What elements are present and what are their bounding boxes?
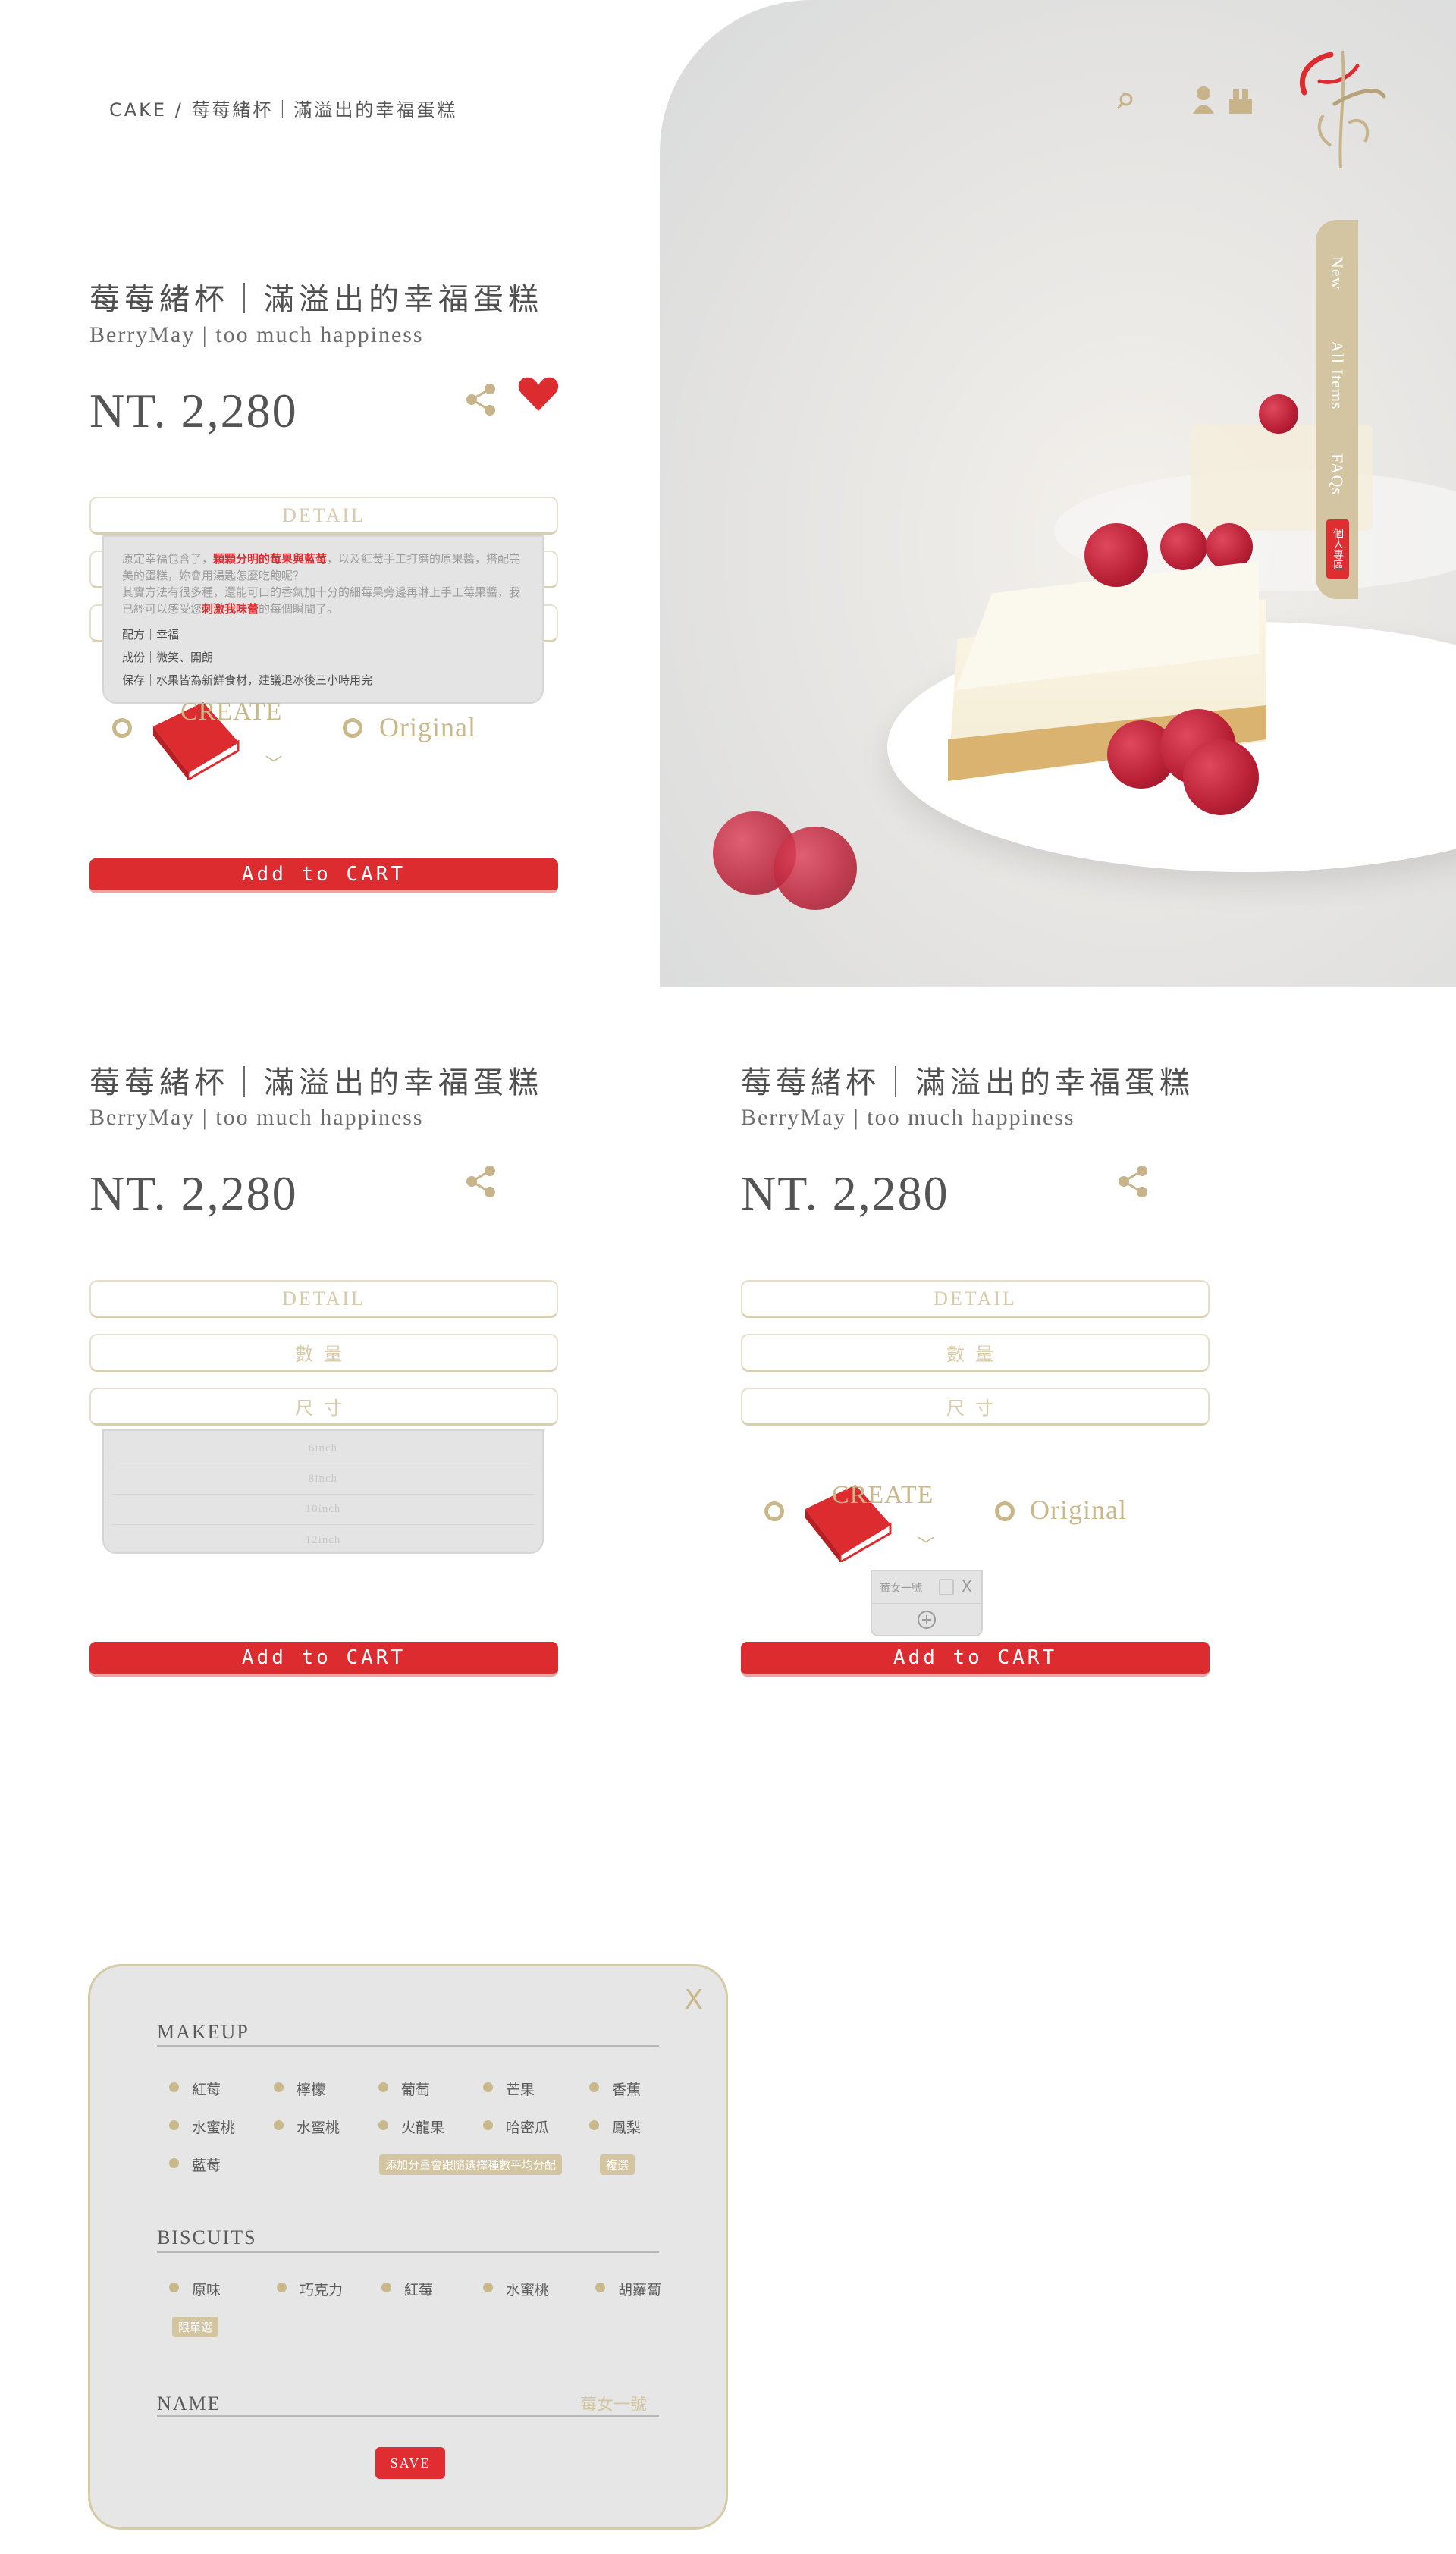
share-icon[interactable]: [464, 382, 499, 417]
search-icon[interactable]: [1115, 91, 1136, 118]
close-icon[interactable]: X: [684, 1985, 703, 2016]
favorite-heart-icon[interactable]: [518, 376, 559, 420]
makeup-hint-tag: 添加分量會跟隨選擇種數平均分配: [379, 2154, 563, 2175]
product-price: NT. 2,280: [89, 1166, 298, 1220]
size-field[interactable]: 尺寸: [741, 1388, 1210, 1426]
divider: [157, 2251, 659, 2253]
size-option[interactable]: 10inch: [111, 1495, 535, 1525]
makeup-option[interactable]: 藍莓: [168, 2154, 221, 2175]
product-price: NT. 2,280: [741, 1166, 949, 1220]
original-radio[interactable]: [343, 718, 362, 738]
saved-design-popup: 莓女一號 X: [871, 1570, 983, 1636]
create-radio[interactable]: [112, 718, 132, 738]
brand-logo[interactable]: [1289, 39, 1388, 176]
name-label: NAME: [157, 2392, 221, 2414]
quantity-field[interactable]: 數量: [89, 1334, 558, 1372]
makeup-option[interactable]: 火龍果: [378, 2116, 444, 2137]
makeup-option[interactable]: 紅莓: [168, 2079, 221, 2099]
makeup-option[interactable]: 水蜜桃: [273, 2116, 340, 2137]
original-label: Original: [1030, 1495, 1127, 1525]
saved-design-name[interactable]: 莓女一號: [880, 1580, 922, 1595]
raspberry: [1259, 394, 1298, 434]
product-title: 莓莓緒杯｜滿溢出的幸福蛋糕: [89, 1065, 543, 1100]
nav-item-faqs[interactable]: FAQs: [1316, 440, 1358, 508]
add-to-cart-button[interactable]: Add to CART: [89, 858, 558, 893]
add-to-cart-button[interactable]: Add to CART: [741, 1642, 1210, 1677]
divider: [157, 2045, 659, 2047]
product-title: 莓莓緒杯｜滿溢出的幸福蛋糕: [741, 1065, 1194, 1100]
size-option[interactable]: 6inch: [111, 1434, 535, 1464]
detail-ingredients: 成份｜微笑、開朗: [122, 651, 214, 664]
share-icon[interactable]: [464, 1164, 499, 1199]
biscuit-option[interactable]: 水蜜桃: [482, 2279, 549, 2299]
nav-item-new[interactable]: New: [1316, 235, 1358, 311]
raspberry: [774, 827, 857, 910]
detail-popup: 原定幸福包含了，顆顆分明的莓果與藍莓，以及紅莓手工打磨的原果醬，搭配完美的蛋糕，…: [102, 535, 544, 704]
close-icon[interactable]: X: [962, 1577, 972, 1595]
chevron-down-icon[interactable]: ﹀: [265, 751, 282, 775]
breadcrumb[interactable]: CAKE / 莓莓緒杯｜滿溢出的幸福蛋糕: [109, 95, 457, 121]
biscuit-option[interactable]: 胡蘿蔔: [595, 2279, 661, 2299]
detail-description: 原定幸福包含了，顆顆分明的莓果與藍莓，以及紅莓手工打磨的原果醬，搭配完美的蛋糕，…: [122, 552, 521, 582]
cart-icon[interactable]: [1227, 85, 1254, 119]
save-button[interactable]: SAVE: [375, 2447, 445, 2479]
share-icon[interactable]: [1116, 1164, 1151, 1199]
edit-icon[interactable]: [939, 1579, 954, 1595]
product-price: NT. 2,280: [89, 384, 298, 438]
biscuits-label: BISCUITS: [157, 2226, 257, 2248]
size-option[interactable]: 12inch: [111, 1525, 535, 1555]
size-field[interactable]: 尺寸: [89, 1388, 558, 1426]
size-option[interactable]: 8inch: [111, 1464, 535, 1495]
chevron-down-icon[interactable]: ﹀: [918, 1532, 934, 1556]
makeup-option[interactable]: 香蕉: [588, 2079, 641, 2099]
raspberry: [1084, 523, 1148, 587]
detail-storage: 保存｜水果皆為新鮮食材，建議退冰後三小時用完: [122, 673, 373, 687]
makeup-option[interactable]: 哈密瓜: [482, 2116, 549, 2137]
user-icon[interactable]: [1191, 85, 1216, 119]
name-input[interactable]: 莓女一號: [580, 2391, 647, 2415]
add-icon[interactable]: [918, 1611, 936, 1629]
customize-panel: X MAKEUP 紅莓 檸檬 葡萄 芒果 香蕉 水蜜桃 水蜜桃 火龍果 哈密瓜 …: [88, 1964, 728, 2530]
multi-select-tag: 複選: [600, 2154, 635, 2175]
name-underline: [157, 2415, 659, 2417]
quantity-field[interactable]: 數量: [741, 1334, 1210, 1372]
create-label: CREATE: [180, 698, 283, 726]
product-subtitle: BerryMay | too much happiness: [89, 1105, 424, 1130]
product-subtitle: BerryMay | too much happiness: [89, 322, 424, 347]
detail-field[interactable]: DETAIL: [89, 497, 558, 535]
original-radio[interactable]: [995, 1501, 1015, 1521]
create-radio[interactable]: [764, 1501, 784, 1521]
biscuit-option[interactable]: 巧克力: [276, 2279, 343, 2299]
create-label: CREATE: [832, 1481, 934, 1509]
makeup-label: MAKEUP: [157, 2021, 249, 2043]
product-title: 莓莓緒杯｜滿溢出的幸福蛋糕: [89, 282, 543, 317]
makeup-option[interactable]: 葡萄: [378, 2079, 430, 2099]
makeup-option[interactable]: 鳳梨: [588, 2116, 641, 2137]
raspberry: [1160, 523, 1207, 570]
size-dropdown: 6inch 8inch 10inch 12inch: [102, 1429, 544, 1554]
original-label: Original: [379, 712, 476, 742]
single-select-tag: 限單選: [172, 2317, 219, 2337]
product-subtitle: BerryMay | too much happiness: [741, 1105, 1075, 1130]
detail-description-2: 其實方法有很多種，還能可口的香氣加十分的細莓果旁邊再淋上手工莓果醬，我已經可以感…: [122, 585, 521, 616]
divider: [872, 1603, 981, 1604]
makeup-option[interactable]: 芒果: [482, 2079, 535, 2099]
detail-field[interactable]: DETAIL: [741, 1280, 1210, 1318]
side-nav: New All Items FAQs 個人專區: [1316, 220, 1358, 599]
nav-member-badge[interactable]: 個人專區: [1326, 519, 1349, 579]
add-to-cart-button[interactable]: Add to CART: [89, 1642, 558, 1677]
raspberry: [1183, 739, 1259, 815]
makeup-option[interactable]: 水蜜桃: [168, 2116, 235, 2137]
biscuit-option[interactable]: 紅莓: [381, 2279, 433, 2299]
nav-item-all-items[interactable]: All Items: [1316, 318, 1358, 432]
detail-field[interactable]: DETAIL: [89, 1280, 558, 1318]
makeup-option[interactable]: 檸檬: [273, 2079, 325, 2099]
biscuit-option[interactable]: 原味: [168, 2279, 221, 2299]
detail-recipe: 配方｜幸福: [122, 628, 180, 642]
